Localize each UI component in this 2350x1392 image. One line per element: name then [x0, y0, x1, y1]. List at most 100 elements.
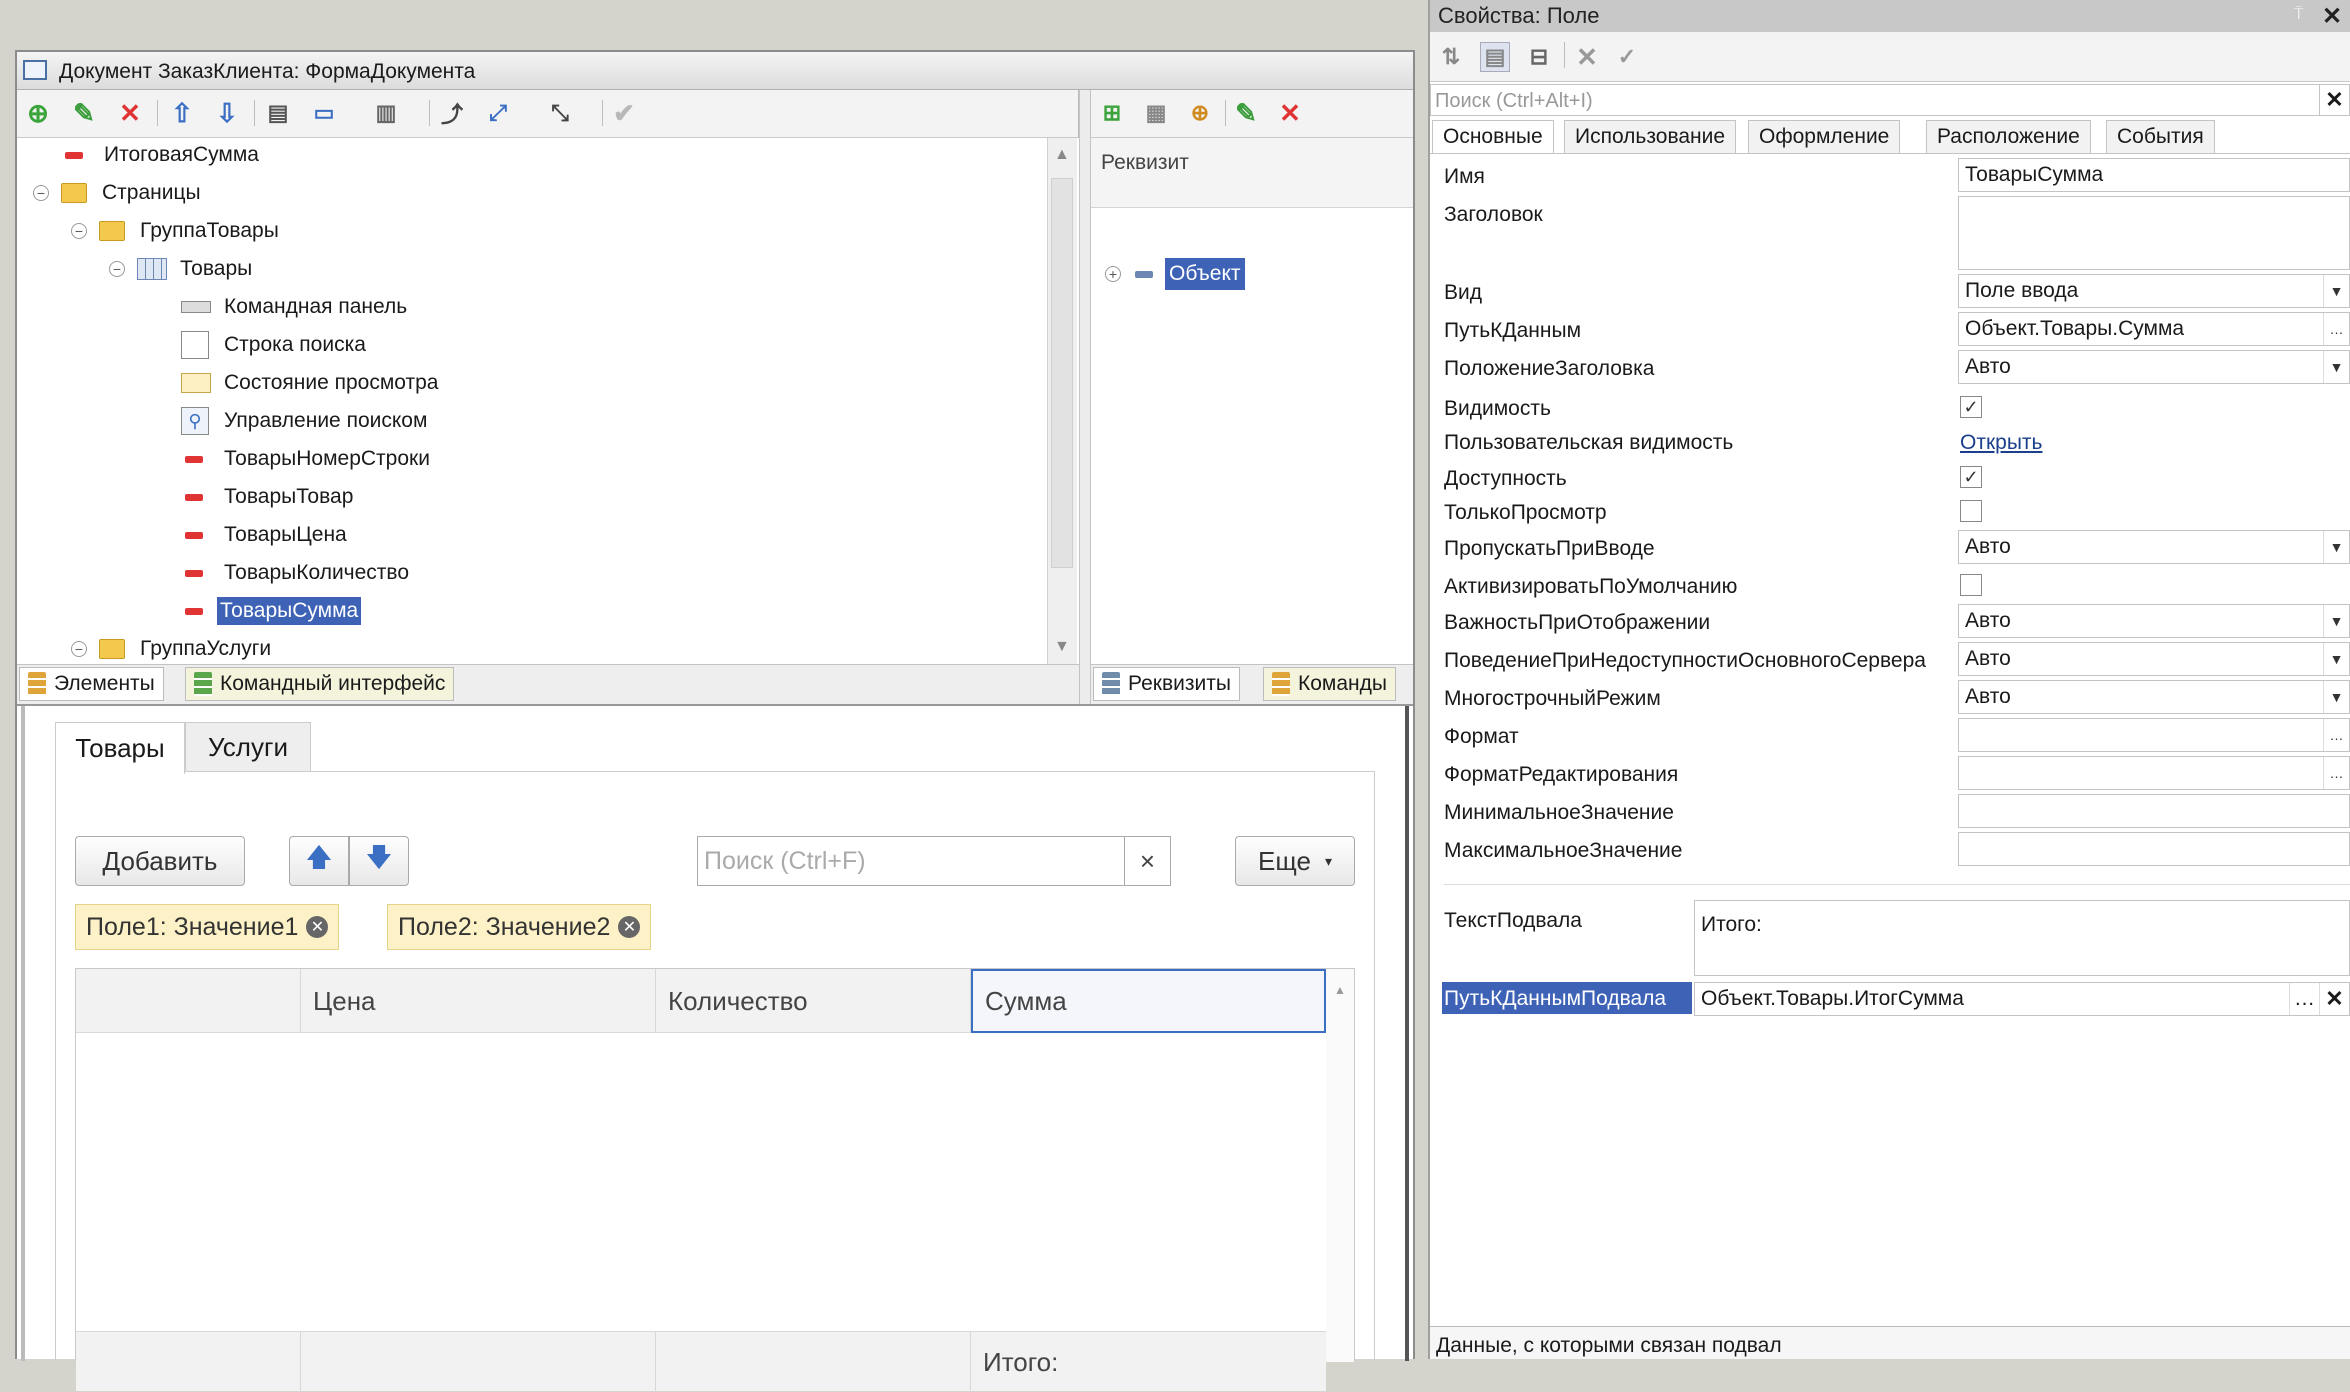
add-attribute-icon[interactable]: ⊞	[1097, 98, 1127, 128]
ellipsis-icon[interactable]: …	[2323, 313, 2349, 345]
title-field[interactable]	[1958, 196, 2350, 270]
visible-checkbox[interactable]: ✓	[1960, 396, 1982, 418]
format-field[interactable]: …	[1958, 718, 2350, 752]
clear-icon[interactable]: ✕	[2319, 983, 2349, 1015]
display-importance-select[interactable]: Авто ▼	[1958, 604, 2350, 638]
add-column-icon[interactable]: ⊕	[1185, 98, 1215, 128]
read-only-checkbox[interactable]	[1960, 500, 1982, 522]
tree-item[interactable]: − ГруппаТовары	[71, 214, 282, 248]
footer-text-field[interactable]: Итого:	[1694, 900, 2350, 976]
tree-item[interactable]: Состояние просмотра	[181, 366, 441, 400]
kind-select[interactable]: Поле ввода ▼	[1958, 274, 2350, 308]
table-icon[interactable]: ▦	[1141, 98, 1171, 128]
data-path-field[interactable]: Объект.Товары.Сумма…	[1958, 312, 2350, 346]
add-icon[interactable]: ⊕	[23, 98, 53, 128]
tab-elements[interactable]: Элементы	[19, 667, 164, 701]
edit-icon[interactable]: ✎	[69, 98, 99, 128]
categories-icon[interactable]: ▤	[1480, 42, 1510, 72]
undo-icon[interactable]: ⤴	[437, 98, 467, 128]
goods-table[interactable]: Цена Количество Сумма Итого: ▲	[75, 968, 1355, 1392]
chevron-down-icon[interactable]: ▼	[2323, 681, 2349, 713]
tree-item[interactable]: − Страницы	[33, 176, 204, 210]
tree-item[interactable]: ИтоговаяСумма	[65, 138, 262, 172]
attributes-tree[interactable]: + Объект	[1091, 208, 1413, 664]
layout-icon[interactable]: ▥	[371, 98, 401, 128]
properties-search[interactable]: Поиск (Ctrl+Alt+I) ✕	[1430, 84, 2350, 116]
chevron-down-icon[interactable]: ▼	[2323, 351, 2349, 383]
delete-icon[interactable]: ✕	[115, 98, 145, 128]
delete-attribute-icon[interactable]: ✕	[1275, 98, 1305, 128]
tree-scrollbar[interactable]: ▲ ▼	[1047, 138, 1077, 664]
tree-item[interactable]: − Товары	[109, 252, 255, 286]
move-down-icon[interactable]: ⇩	[212, 98, 242, 128]
filter-icon[interactable]: ⊟	[1524, 42, 1554, 72]
tree-item[interactable]: Строка поиска	[181, 328, 369, 362]
tab-command-interface[interactable]: Командный интерфейс	[185, 667, 455, 701]
remove-filter-icon[interactable]: ✕	[306, 916, 329, 938]
tree-item[interactable]: − ГруппаУслуги	[71, 632, 274, 664]
move-row-up-button[interactable]: 🡅	[289, 836, 349, 886]
remove-filter-icon[interactable]: ✕	[618, 916, 641, 938]
tab-events[interactable]: События	[2106, 120, 2215, 154]
chevron-down-icon[interactable]: ▼	[2323, 531, 2349, 563]
tree-item[interactable]: ТоварыЦена	[185, 518, 350, 552]
column-quantity[interactable]: Количество	[656, 969, 971, 1033]
sort-icon[interactable]: ⇅	[1436, 42, 1466, 72]
tree-item[interactable]: ТоварыКоличество	[185, 556, 412, 590]
preview-search-field[interactable]: Поиск (Ctrl+F) ×	[697, 836, 1171, 886]
default-item-checkbox[interactable]	[1960, 574, 1982, 596]
resize-icon[interactable]: ⤡	[545, 98, 575, 128]
more-button[interactable]: Еще ▾	[1235, 836, 1355, 886]
column-sum[interactable]: Сумма	[971, 969, 1326, 1033]
clear-properties-search-icon[interactable]: ✕	[2319, 85, 2349, 115]
chevron-down-icon[interactable]: ▼	[2323, 643, 2349, 675]
display-icon[interactable]: ▭	[309, 98, 339, 128]
tree-item[interactable]: ТоварыТовар	[185, 480, 356, 514]
tree-item-selected[interactable]: ТоварыСумма	[185, 594, 362, 628]
ellipsis-icon[interactable]: …	[2323, 757, 2349, 789]
preview-tab-services[interactable]: Услуги	[185, 722, 311, 772]
filter-chip[interactable]: Поле1: Значение1 ✕	[75, 904, 340, 950]
clear-search-button[interactable]: ×	[1124, 837, 1170, 885]
chevron-down-icon[interactable]: ▼	[2323, 275, 2349, 307]
pin-icon[interactable]: ⍑	[2294, 6, 2304, 24]
ellipsis-icon[interactable]: …	[2289, 983, 2319, 1015]
elements-tree[interactable]: ИтоговаяСумма − Страницы − ГруппаТовары − Т…	[17, 138, 1047, 664]
table-scrollbar[interactable]: ▲	[1326, 969, 1354, 1362]
ellipsis-icon[interactable]: …	[2323, 719, 2349, 751]
tab-usage[interactable]: Использование	[1564, 120, 1737, 154]
tree-item[interactable]: Командная панель	[181, 290, 410, 324]
edit-attribute-icon[interactable]: ✎	[1231, 98, 1261, 128]
attribute-root[interactable]: + Объект	[1105, 258, 1245, 290]
apply-icon[interactable]: ✓	[1612, 42, 1642, 72]
chevron-down-icon[interactable]: ▼	[2323, 605, 2349, 637]
min-value-field[interactable]	[1958, 794, 2350, 828]
edit-format-field[interactable]: …	[1958, 756, 2350, 790]
tab-layout[interactable]: Расположение	[1926, 120, 2091, 154]
user-visibility-link[interactable]: Открыть	[1960, 432, 2042, 453]
close-icon[interactable]: ✕	[2322, 2, 2342, 31]
skip-on-input-select[interactable]: Авто ▼	[1958, 530, 2350, 564]
move-row-down-button[interactable]: 🡇	[349, 836, 409, 886]
name-field[interactable]: ТоварыСумма	[1958, 158, 2350, 192]
server-unavailable-select[interactable]: Авто ▼	[1958, 642, 2350, 676]
column-price[interactable]: Цена	[301, 969, 656, 1033]
list-icon[interactable]: ▤	[263, 98, 293, 128]
title-location-select[interactable]: Авто ▼	[1958, 350, 2350, 384]
tab-commands[interactable]: Команды	[1263, 667, 1396, 701]
filter-chip[interactable]: Поле2: Значение2 ✕	[387, 904, 652, 950]
tree-item[interactable]: ⚲ Управление поиском	[181, 404, 430, 438]
add-row-button[interactable]: Добавить	[75, 836, 245, 886]
enabled-checkbox[interactable]: ✓	[1960, 466, 1982, 488]
zoom-icon[interactable]: ⤢	[483, 98, 513, 128]
cancel-icon[interactable]: ✕	[1572, 42, 1602, 72]
tree-item[interactable]: ТоварыНомерСтроки	[185, 442, 433, 476]
footer-data-path-field[interactable]: Объект.Товары.ИтогСумма … ✕	[1694, 982, 2350, 1016]
preview-tab-goods[interactable]: Товары	[55, 722, 185, 774]
tab-appearance[interactable]: Оформление	[1748, 120, 1901, 154]
check-icon[interactable]: ✔	[609, 98, 639, 128]
tab-main[interactable]: Основные	[1432, 120, 1554, 154]
multiline-select[interactable]: Авто ▼	[1958, 680, 2350, 714]
max-value-field[interactable]	[1958, 832, 2350, 866]
move-up-icon[interactable]: ⇧	[167, 98, 197, 128]
